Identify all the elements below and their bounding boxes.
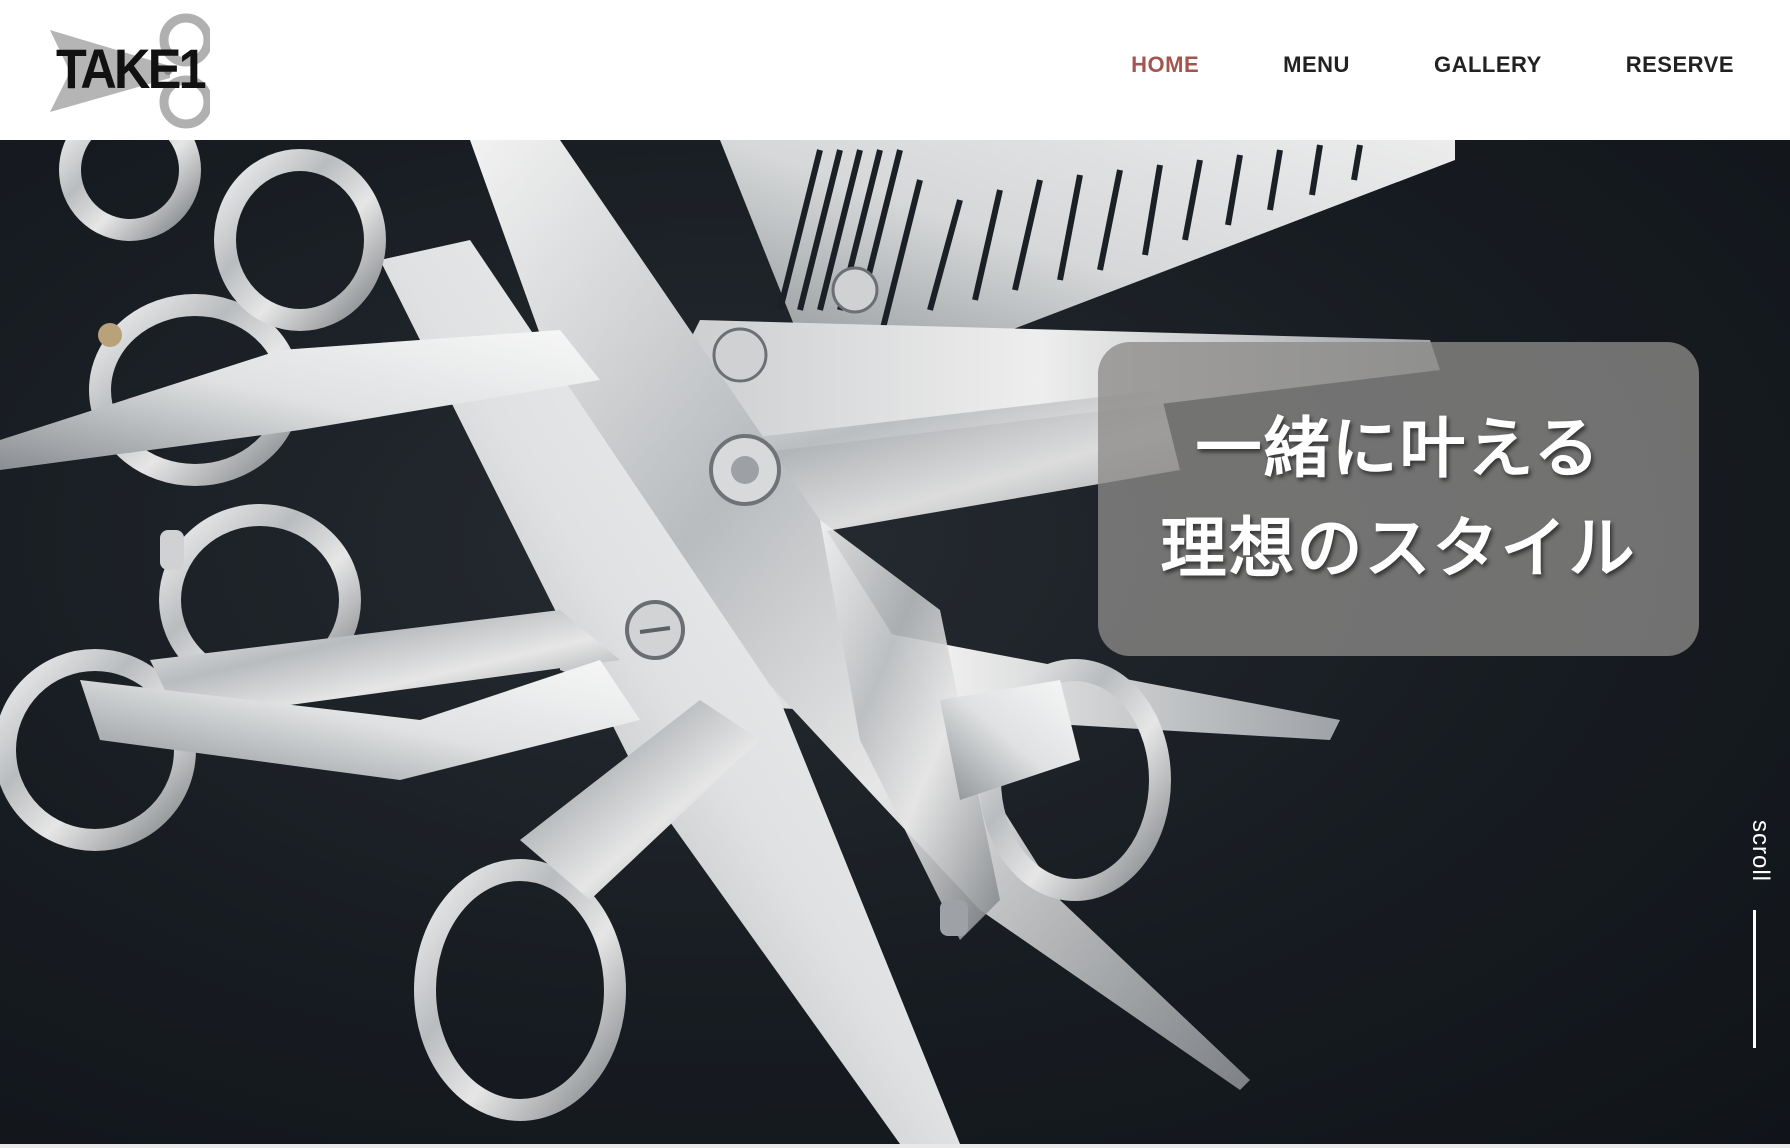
bottom-divider xyxy=(0,1144,1790,1148)
tagline-line-1: 一緒に叶える xyxy=(1195,410,1602,487)
site-header: TAKE1 HOME MENU GALLERY RESERVE xyxy=(0,0,1790,140)
nav-menu[interactable]: MENU xyxy=(1283,52,1350,78)
hero-section: 一緒に叶える 理想のスタイル scroll xyxy=(0,140,1790,1144)
scroll-indicator[interactable]: scroll xyxy=(1736,820,1776,1144)
logo-text: TAKE1 xyxy=(56,37,207,100)
main-nav: HOME MENU GALLERY RESERVE xyxy=(1047,52,1734,78)
scroll-label: scroll xyxy=(1747,820,1774,883)
nav-gallery[interactable]: GALLERY xyxy=(1434,52,1542,78)
site-logo[interactable]: TAKE1 xyxy=(50,8,210,132)
scroll-line xyxy=(1753,910,1756,1048)
tagline-line-2: 理想のスタイル xyxy=(1160,510,1637,587)
nav-reserve[interactable]: RESERVE xyxy=(1626,52,1734,78)
nav-home[interactable]: HOME xyxy=(1131,52,1199,78)
tagline-box: 一緒に叶える 理想のスタイル xyxy=(1098,342,1699,656)
